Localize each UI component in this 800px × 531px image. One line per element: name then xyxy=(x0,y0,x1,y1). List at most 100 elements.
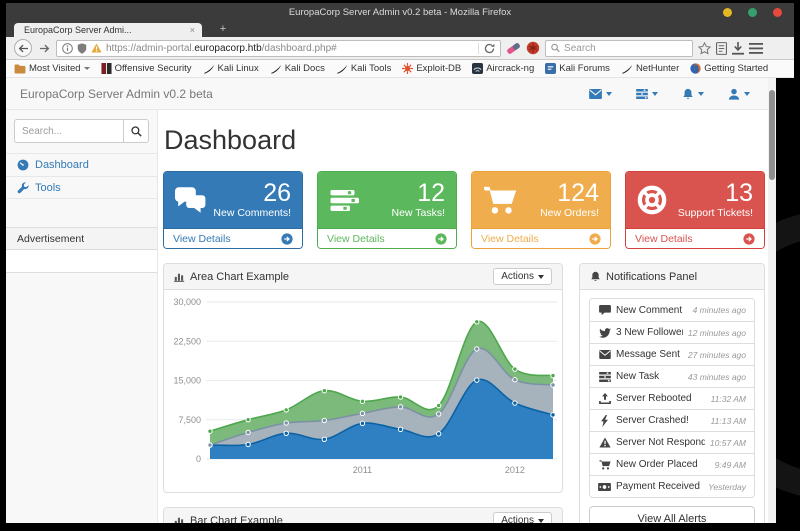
chevron-down-icon xyxy=(744,91,750,96)
bookmark-kali-forums[interactable]: Kali Forums xyxy=(545,63,610,74)
shopping-cart-icon xyxy=(483,186,517,214)
notification-payment-received[interactable]: Payment Received Yesterday xyxy=(590,475,754,497)
browser-tab[interactable]: EuropaCorp Server Admi... × xyxy=(14,23,202,37)
eraser-extension-button[interactable] xyxy=(506,41,521,56)
site-navbar: EuropaCorp Server Admin v0.2 beta xyxy=(6,78,768,110)
stat-value: 124 xyxy=(557,179,599,207)
area-chart-header: Area Chart Example Actions xyxy=(164,264,562,290)
bookmark-nethunter[interactable]: NetHunter xyxy=(621,63,679,74)
tab-strip: EuropaCorp Server Admi... × + xyxy=(6,22,794,37)
tasks-dropdown[interactable] xyxy=(636,88,658,99)
window-controls xyxy=(723,8,782,17)
desktop: EuropaCorp Server Admin v0.2 beta - Mozi… xyxy=(0,0,800,531)
bookmark-most-visited[interactable]: Most Visited xyxy=(14,63,90,74)
back-button[interactable] xyxy=(14,39,32,57)
tab-close-icon[interactable]: × xyxy=(190,25,195,35)
window-titlebar[interactable]: EuropaCorp Server Admin v0.2 beta - Mozi… xyxy=(6,3,794,22)
view-details-link[interactable]: View Details xyxy=(318,228,456,248)
exploit-db-icon xyxy=(402,63,414,74)
user-dropdown[interactable] xyxy=(728,88,750,100)
back-arrow-icon xyxy=(18,44,28,52)
bookmark-exploit-db[interactable]: Exploit-DB xyxy=(402,63,461,74)
bookmark-offensive-security[interactable]: Offensive Security xyxy=(101,63,192,74)
bookmarks-panel-button[interactable] xyxy=(716,41,727,55)
page-info-icon[interactable] xyxy=(62,42,73,54)
insecure-warning-icon[interactable] xyxy=(91,43,102,53)
alerts-dropdown[interactable] xyxy=(682,88,704,100)
notification-message-sent[interactable]: Message Sent 27 minutes ago xyxy=(590,343,754,365)
bar-chart-panel: Bar Chart Example Actions xyxy=(163,507,563,523)
chevron-down-icon xyxy=(698,91,704,96)
view-details-link[interactable]: View Details xyxy=(472,228,610,248)
bookmark-kali-docs[interactable]: Kali Docs xyxy=(270,63,325,74)
view-all-alerts-button[interactable]: View All Alerts xyxy=(589,506,755,523)
chevron-down-icon xyxy=(83,67,90,70)
star-icon xyxy=(698,41,711,55)
view-details-link[interactable]: View Details xyxy=(626,228,764,248)
stat-panel-orders: 124 New Orders! View Details xyxy=(471,171,611,249)
stat-value: 13 xyxy=(725,179,753,207)
bookmark-getting-started[interactable]: Getting Started xyxy=(690,63,768,74)
browser-search-input[interactable] xyxy=(564,42,687,54)
tracking-shield-icon[interactable] xyxy=(77,42,87,54)
bar-chart-header: Bar Chart Example Actions xyxy=(164,508,562,523)
svg-text:2012: 2012 xyxy=(505,465,525,475)
sidebar: Dashboard Tools Advertisement xyxy=(6,110,158,523)
bookmark-kali-linux[interactable]: Kali Linux xyxy=(203,63,259,74)
bar-chart-icon xyxy=(174,273,185,282)
kali-swoosh-icon xyxy=(203,64,214,74)
bookmark-aircrack-ng[interactable]: Aircrack-ng xyxy=(472,63,534,74)
sidebar-item-dashboard[interactable]: Dashboard xyxy=(6,153,157,176)
notification-new-followers[interactable]: 3 New Followers 12 minutes ago xyxy=(590,321,754,343)
notifications-list: New Comment 4 minutes ago 3 New Follower… xyxy=(589,298,755,498)
page-title: Dashboard xyxy=(164,125,297,155)
stat-panel-tasks: 12 New Tasks! View Details xyxy=(317,171,457,249)
notification-new-order[interactable]: New Order Placed 9:49 AM xyxy=(590,453,754,475)
url-text: https://admin-portal.europacorp.htb/dash… xyxy=(106,42,337,54)
window-close-button[interactable] xyxy=(773,8,782,17)
forward-button[interactable] xyxy=(37,44,51,53)
url-bar[interactable]: https://admin-portal.europacorp.htb/dash… xyxy=(56,39,501,57)
eraser-icon xyxy=(507,42,520,54)
stat-label: New Orders! xyxy=(540,207,599,219)
browser-search-box[interactable] xyxy=(545,39,693,57)
stat-value: 12 xyxy=(417,179,445,207)
sidebar-item-tools[interactable]: Tools xyxy=(6,176,157,199)
upload-icon xyxy=(598,393,611,404)
bookmark-kali-tools[interactable]: Kali Tools xyxy=(336,63,391,74)
comment-icon xyxy=(598,304,611,316)
user-icon xyxy=(728,88,740,100)
bar-actions-button[interactable]: Actions xyxy=(493,512,552,523)
sidebar-search-input[interactable] xyxy=(22,125,116,137)
stat-value: 26 xyxy=(263,179,291,207)
window-minimize-button[interactable] xyxy=(723,8,732,17)
proxy-extension-button[interactable] xyxy=(526,41,540,55)
menu-button[interactable] xyxy=(749,42,763,54)
notifications-panel: Notifications Panel New Comment 4 minute… xyxy=(579,263,765,523)
bar-chart-icon xyxy=(174,517,184,523)
svg-text:15,000: 15,000 xyxy=(173,376,201,386)
notification-server-not-responding[interactable]: Server Not Responding 10:57 AM xyxy=(590,431,754,453)
scrollbar-thumb[interactable] xyxy=(769,90,775,180)
tasks-icon xyxy=(598,371,611,382)
notification-server-crashed[interactable]: Server Crashed! 11:13 AM xyxy=(590,409,754,431)
notification-new-comment[interactable]: New Comment 4 minutes ago xyxy=(590,299,754,321)
view-details-link[interactable]: View Details xyxy=(164,228,302,248)
browser-toolbar: https://admin-portal.europacorp.htb/dash… xyxy=(6,37,794,60)
page-scrollbar[interactable] xyxy=(768,78,776,523)
sidebar-search-button[interactable] xyxy=(123,119,149,143)
notification-new-task[interactable]: New Task 43 minutes ago xyxy=(590,365,754,387)
new-tab-button[interactable]: + xyxy=(212,23,234,37)
circle-arrow-right-icon xyxy=(743,232,755,245)
chevron-down-icon xyxy=(652,91,658,96)
messages-dropdown[interactable] xyxy=(589,88,612,99)
bookmark-star-button[interactable] xyxy=(698,41,711,55)
area-actions-button[interactable]: Actions xyxy=(493,268,552,285)
kali-swoosh-icon xyxy=(270,64,281,74)
site-brand[interactable]: EuropaCorp Server Admin v0.2 beta xyxy=(20,87,213,101)
window-maximize-button[interactable] xyxy=(748,8,757,17)
bookmarks-list-icon xyxy=(716,41,727,55)
downloads-button[interactable] xyxy=(732,41,744,55)
notification-server-rebooted[interactable]: Server Rebooted 11:32 AM xyxy=(590,387,754,409)
reload-button[interactable] xyxy=(478,42,495,54)
